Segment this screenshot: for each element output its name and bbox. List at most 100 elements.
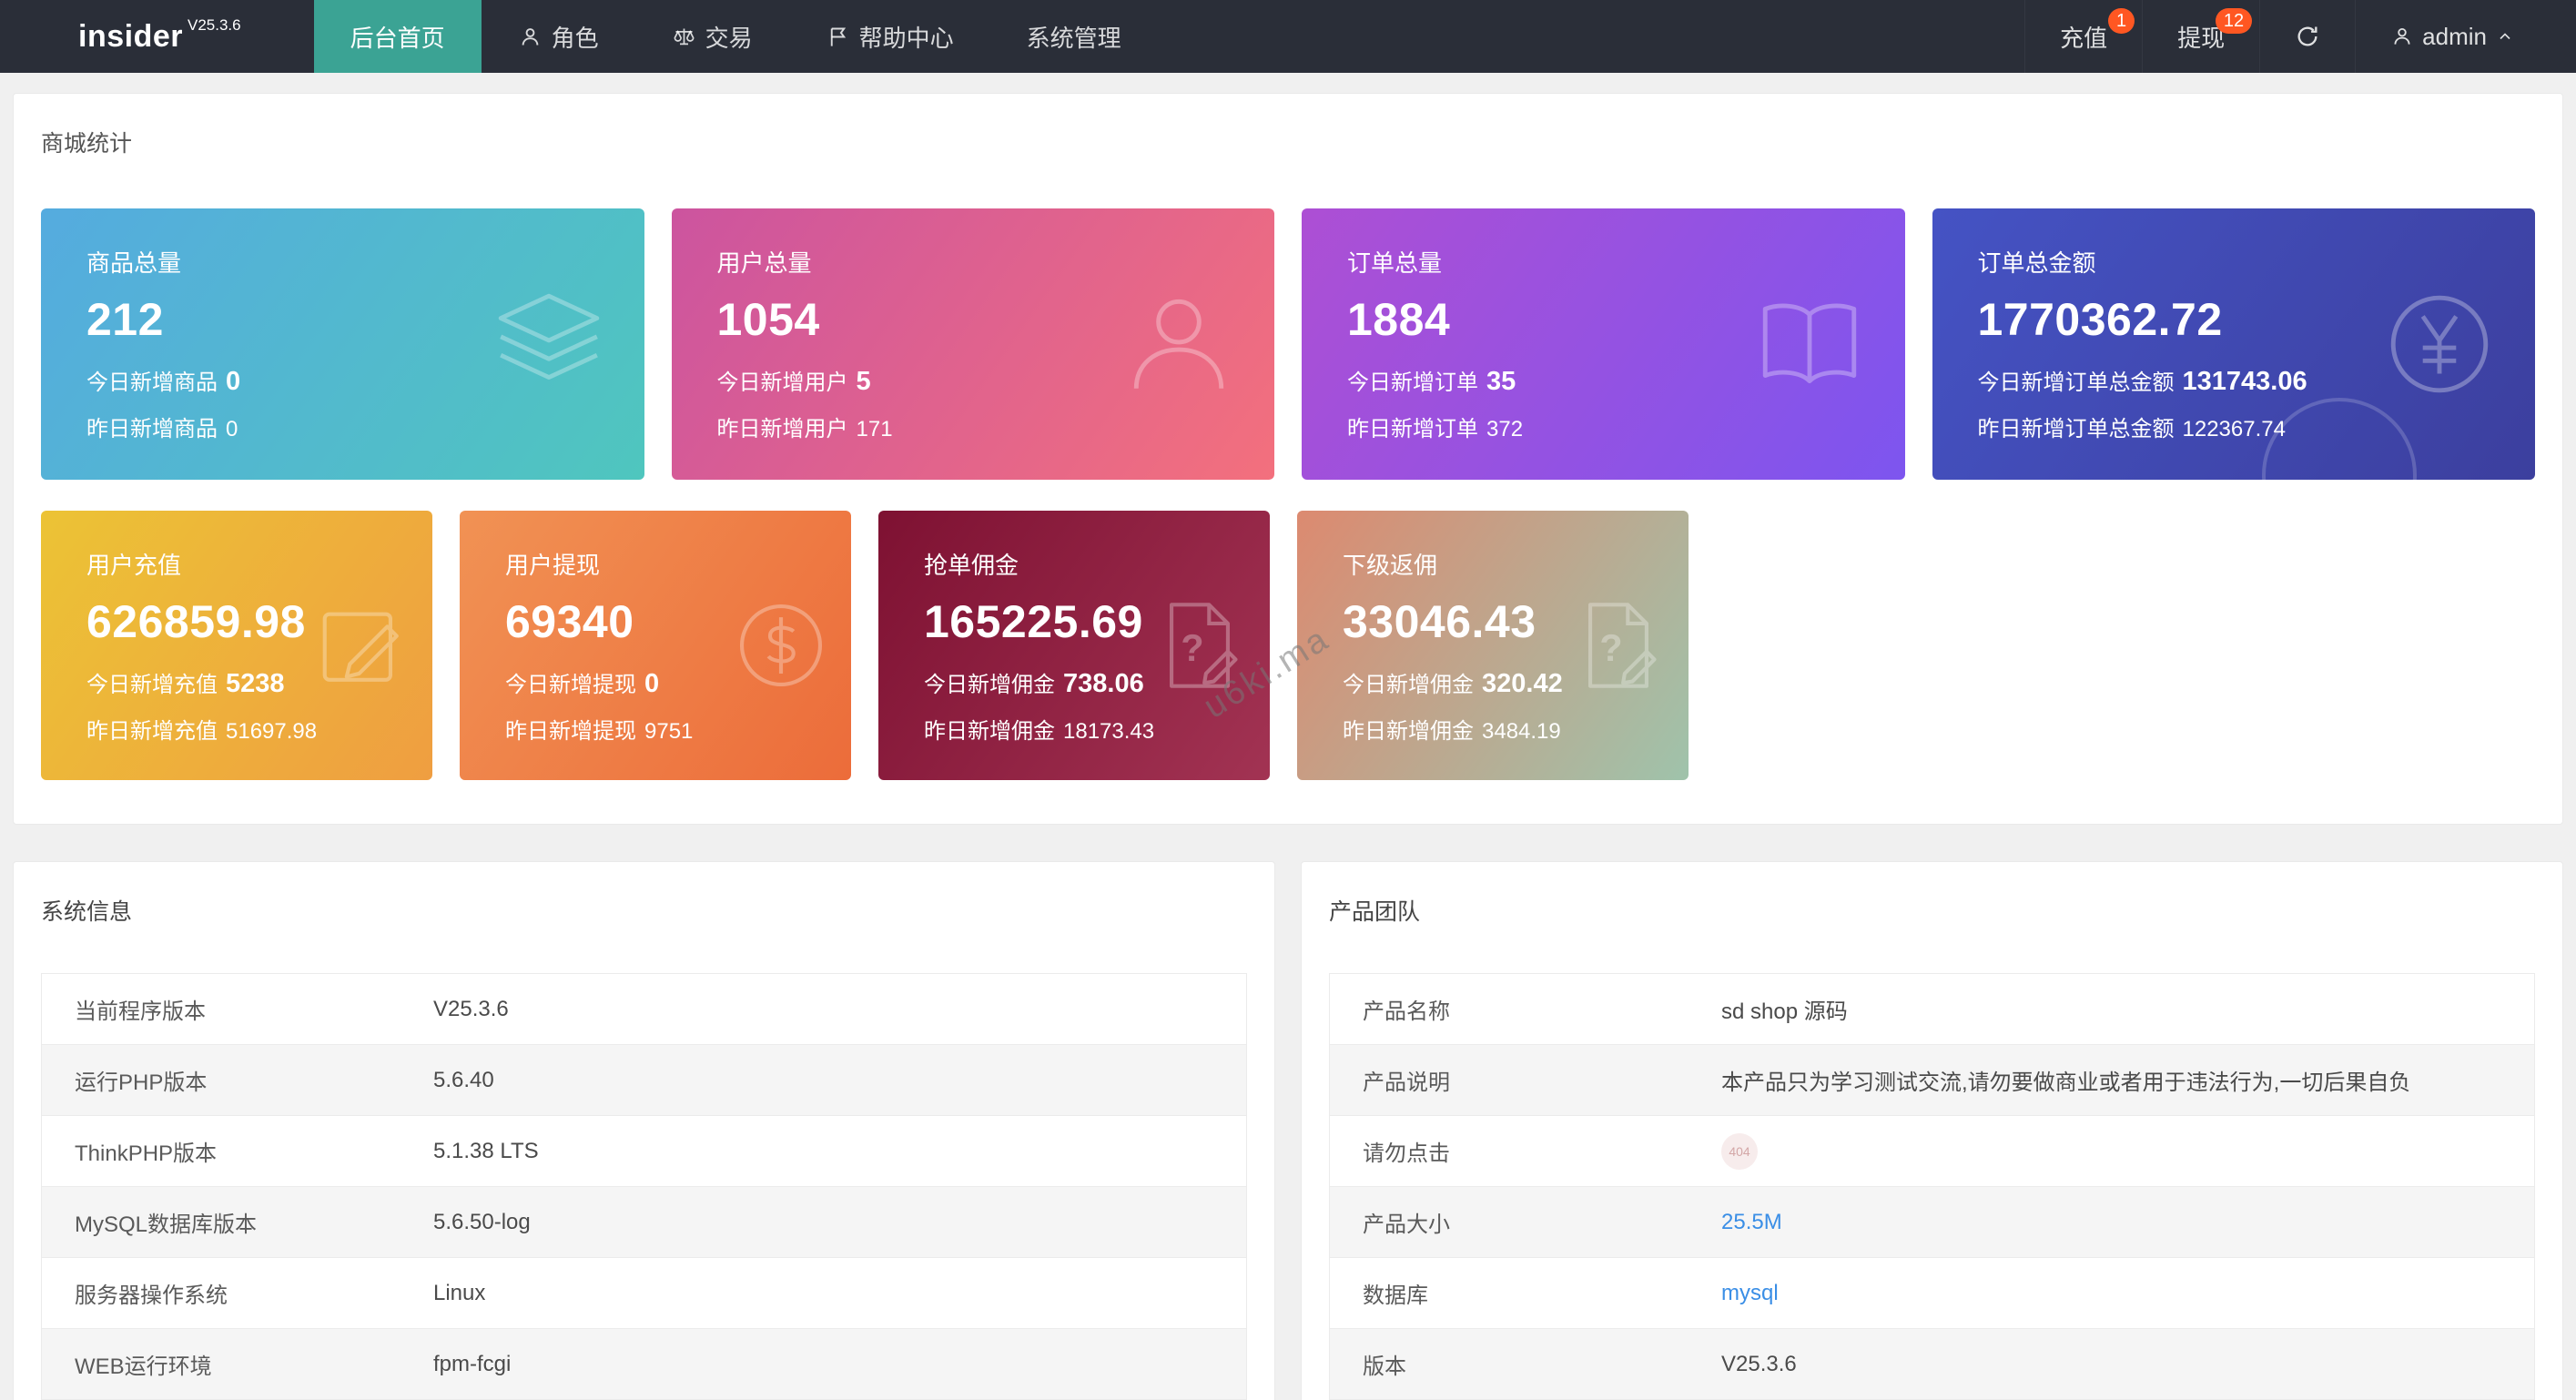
stats-row-2: 用户充值 626859.98 今日新增充值5238 昨日新增充值51697.98… (41, 511, 2535, 780)
row-label: 版本 (1330, 1348, 1721, 1380)
panel-title: 产品团队 (1329, 898, 2535, 926)
recharge-button[interactable]: 充值 1 (2024, 0, 2142, 73)
user-menu[interactable]: admin (2355, 0, 2549, 73)
nav-item-system-manage[interactable]: 系统管理 (990, 0, 1158, 73)
row-value: V25.3.6 (1721, 1352, 2534, 1377)
user-icon (518, 25, 543, 49)
yesterday-value: 51697.98 (226, 719, 317, 745)
row-value: 404 (1721, 1133, 2534, 1170)
stat-card-title: 下级返佣 (1343, 547, 1689, 581)
yesterday-value: 372 (1486, 417, 1523, 442)
product-team-table: 产品名称 sd shop 源码 产品说明 本产品只为学习测试交流,请勿要做商业或… (1329, 973, 2535, 1400)
nav-item-label: 系统管理 (1027, 20, 1121, 54)
row-label: 产品大小 (1330, 1206, 1721, 1238)
bottom-section: 系统信息 当前程序版本 V25.3.6 运行PHP版本 5.6.40 Think… (13, 861, 2563, 1400)
yesterday-value: 0 (226, 417, 238, 442)
stat-card-title: 商品总量 (86, 245, 644, 279)
stats-row-1: 商品总量 212 今日新增商品0 昨日新增商品0 用户总量 1054 今日新增用… (41, 208, 2535, 480)
stat-card-user-withdraw: 用户提现 69340 今日新增提现0 昨日新增提现9751 (460, 511, 851, 780)
table-row: MySQL数据库版本 5.6.50-log (42, 1187, 1246, 1258)
scales-icon (672, 25, 696, 49)
row-label: ThinkPHP版本 (42, 1135, 433, 1167)
row-value: 25.5M (1721, 1210, 2534, 1235)
stat-card-value: 1770362.72 (1978, 293, 2536, 346)
today-label: 今日新增充值 (86, 666, 218, 698)
stat-card-title: 订单总金额 (1978, 245, 2536, 279)
stat-card-value: 1884 (1347, 293, 1905, 346)
table-row: 产品名称 sd shop 源码 (1330, 974, 2534, 1045)
stat-card-sub-rebate: 下级返佣 33046.43 今日新增佣金320.42 昨日新增佣金3484.19… (1297, 511, 1689, 780)
table-row: 运行PHP版本 5.6.40 (42, 1045, 1246, 1116)
today-label: 今日新增用户 (717, 364, 848, 396)
main-menu: 后台首页 角色 交易 帮助中心 系统管理 (314, 0, 1158, 73)
row-label: MySQL数据库版本 (42, 1206, 433, 1238)
panel-title: 商城统计 (41, 130, 2535, 157)
recharge-label: 充值 (2060, 20, 2107, 54)
stat-card-title: 抢单佣金 (924, 547, 1270, 581)
nav-item-label: 交易 (705, 20, 753, 54)
row-value: mysql (1721, 1281, 2534, 1306)
today-label: 今日新增佣金 (1343, 666, 1474, 698)
table-row: 产品说明 本产品只为学习测试交流,请勿要做商业或者用于违法行为,一切后果自负 (1330, 1045, 2534, 1116)
row-value: sd shop 源码 (1721, 993, 2534, 1025)
row-label: 产品名称 (1330, 993, 1721, 1025)
product-size-link[interactable]: 25.5M (1721, 1210, 1782, 1234)
stat-card-title: 用户提现 (505, 547, 851, 581)
row-label: 产品说明 (1330, 1064, 1721, 1096)
row-label: 当前程序版本 (42, 993, 433, 1025)
yesterday-label: 昨日新增订单总金额 (1978, 411, 2175, 442)
nav-item-label: 角色 (552, 20, 599, 54)
yesterday-value: 3484.19 (1482, 719, 1561, 745)
nav-item-label: 后台首页 (350, 20, 445, 54)
today-value: 320.42 (1482, 669, 1563, 699)
table-row: 产品大小 25.5M (1330, 1187, 2534, 1258)
table-row: 版本 V25.3.6 (1330, 1329, 2534, 1400)
logo[interactable]: insider V25.3.6 (78, 0, 241, 73)
table-row: ThinkPHP版本 5.1.38 LTS (42, 1116, 1246, 1187)
nav-item-roles[interactable]: 角色 (482, 0, 635, 73)
row-label: 服务器操作系统 (42, 1277, 433, 1309)
yesterday-label: 昨日新增用户 (717, 411, 848, 442)
system-info-panel: 系统信息 当前程序版本 V25.3.6 运行PHP版本 5.6.40 Think… (13, 861, 1275, 1400)
withdraw-badge: 12 (2216, 8, 2252, 34)
nav-item-label: 帮助中心 (859, 20, 954, 54)
stat-card-title: 用户总量 (717, 245, 1275, 279)
stat-card-value: 626859.98 (86, 595, 432, 648)
refresh-icon (2295, 24, 2320, 49)
system-info-table: 当前程序版本 V25.3.6 运行PHP版本 5.6.40 ThinkPHP版本… (41, 973, 1247, 1400)
yesterday-label: 昨日新增佣金 (924, 713, 1055, 745)
today-value: 131743.06 (2183, 367, 2307, 397)
username: admin (2422, 23, 2487, 51)
today-value: 5238 (226, 669, 285, 699)
yesterday-label: 昨日新增佣金 (1343, 713, 1474, 745)
404-icon[interactable]: 404 (1721, 1133, 1758, 1170)
today-value: 738.06 (1063, 669, 1144, 699)
withdraw-button[interactable]: 提现 12 (2142, 0, 2259, 73)
refresh-button[interactable] (2259, 0, 2355, 73)
yesterday-label: 昨日新增订单 (1347, 411, 1478, 442)
today-value: 0 (226, 367, 240, 397)
today-value: 35 (1486, 367, 1516, 397)
row-value: fpm-fcgi (433, 1352, 1246, 1377)
yesterday-value: 9751 (644, 719, 693, 745)
stat-card-value: 69340 (505, 595, 851, 648)
nav-item-trade[interactable]: 交易 (635, 0, 789, 73)
today-value: 5 (857, 367, 871, 397)
nav-item-home[interactable]: 后台首页 (314, 0, 482, 73)
row-value: 5.6.40 (433, 1068, 1246, 1093)
product-team-panel: 产品团队 产品名称 sd shop 源码 产品说明 本产品只为学习测试交流,请勿… (1301, 861, 2563, 1400)
table-row: 服务器操作系统 Linux (42, 1258, 1246, 1329)
yesterday-label: 昨日新增提现 (505, 713, 636, 745)
row-label: 数据库 (1330, 1277, 1721, 1309)
user-icon (2390, 25, 2414, 48)
recharge-badge: 1 (2108, 8, 2135, 34)
database-link[interactable]: mysql (1721, 1281, 1779, 1305)
nav-item-help-center[interactable]: 帮助中心 (789, 0, 990, 73)
today-value: 0 (644, 669, 659, 699)
stat-card-grab-commission: 抢单佣金 165225.69 今日新增佣金738.06 昨日新增佣金18173.… (878, 511, 1270, 780)
row-label: WEB运行环境 (42, 1348, 433, 1380)
table-row: 数据库 mysql (1330, 1258, 2534, 1329)
navbar-right: 充值 1 提现 12 admin (2024, 0, 2549, 73)
flag-icon (826, 25, 850, 49)
row-value: 5.1.38 LTS (433, 1139, 1246, 1164)
